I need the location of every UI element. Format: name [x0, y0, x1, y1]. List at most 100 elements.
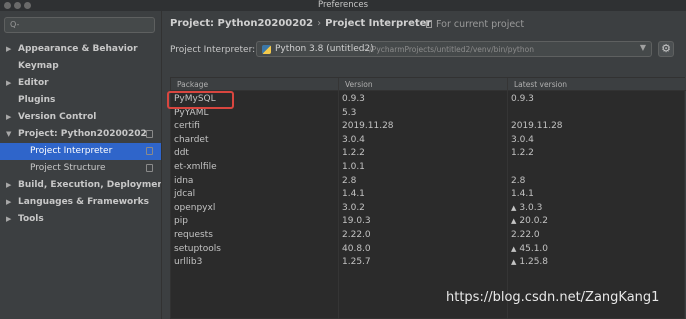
table-row[interactable]: urllib3 1.25.7 ▲ 1.25.8 — [171, 256, 686, 270]
version-cell: 19.0.3 — [342, 216, 371, 227]
sidebar-item-project-interpreter[interactable]: Project Interpreter — [0, 143, 161, 160]
package-name-cell: requests — [174, 230, 213, 240]
table-row[interactable]: pip 19.0.3 ▲ 20.0.2 — [171, 215, 686, 229]
latest-version-cell: ▲ 3.0.3 — [511, 203, 542, 213]
sidebar-item-plugins[interactable]: Plugins — [0, 92, 161, 109]
version-cell: 5.3 — [342, 107, 357, 118]
latest-version-text: 1.2.2 — [511, 148, 534, 159]
sidebar-item-languages-frameworks[interactable]: ▶ Languages & Frameworks — [0, 194, 161, 211]
table-row[interactable]: chardet 3.0.4 3.0.4 — [171, 134, 686, 148]
version-cell: 2019.11.28 — [342, 121, 394, 132]
chevron-down-icon[interactable]: ▼ — [6, 126, 11, 143]
breadcrumb-project: Project: Python20200202 — [170, 18, 314, 29]
latest-version-text: 1.4.1 — [511, 189, 534, 200]
sidebar-item-label: Keymap — [18, 61, 59, 71]
sidebar-item-tools[interactable]: ▶ Tools — [0, 211, 161, 228]
scope-note-text: For current project — [436, 19, 525, 30]
sidebar-item-editor[interactable]: ▶ Editor — [0, 75, 161, 92]
table-row[interactable]: jdcal 1.4.1 1.4.1 — [171, 188, 686, 202]
chevron-right-icon[interactable]: ▶ — [6, 211, 11, 228]
package-name-cell: jdcal — [174, 189, 196, 200]
column-header-latest-version[interactable]: Latest version — [514, 80, 567, 89]
chevron-right-icon[interactable]: ▶ — [6, 177, 11, 194]
version-cell: 1.2.2 — [342, 148, 365, 159]
table-header: Package Version Latest version — [171, 78, 686, 91]
version-cell: 1.0.1 — [342, 162, 365, 172]
sidebar-item-label: Build, Execution, Deployment — [18, 180, 169, 190]
version-cell: 0.9.3 — [342, 94, 365, 104]
interpreter-path: ~/PycharmProjects/untitled2/venv/bin/pyt… — [363, 44, 534, 54]
settings-main-panel: Project: Python20200202 › Project Interpre… — [162, 11, 686, 319]
pymysql-highlight-box — [167, 91, 234, 109]
minimize-window-button[interactable] — [14, 2, 21, 9]
latest-version-cell: 3.0.4 — [511, 135, 534, 145]
latest-version-text: 2019.11.28 — [511, 121, 563, 132]
latest-version-cell: 0.9.3 — [511, 94, 534, 104]
table-row[interactable]: PyMySQL 0.9.3 0.9.3 — [171, 93, 686, 107]
package-name-cell: idna — [174, 175, 194, 186]
sidebar-item-label: Project Structure — [30, 163, 106, 173]
table-row[interactable]: setuptools 40.8.0 ▲ 45.1.0 — [171, 243, 686, 257]
sidebar-item-label: Tools — [18, 214, 44, 224]
document-icon — [426, 20, 432, 28]
interpreter-label: Project Interpreter: — [170, 45, 256, 55]
package-name-cell: certifi — [174, 121, 200, 132]
sidebar-item-label: Project: Python20200202 — [18, 129, 147, 139]
sidebar-item-label: Languages & Frameworks — [18, 197, 150, 207]
sidebar-item-appearance-behavior[interactable]: ▶ Appearance & Behavior — [0, 41, 161, 58]
column-header-version[interactable]: Version — [345, 80, 373, 89]
package-name-cell: openpyxl — [174, 202, 216, 213]
table-row[interactable]: certifi 2019.11.28 2019.11.28 — [171, 120, 686, 134]
package-name-cell: chardet — [174, 134, 209, 145]
latest-version-text: 45.1.0 — [519, 243, 549, 254]
interpreter-select[interactable]: Python 3.8 (untitled2) ~/PycharmProjects… — [256, 41, 652, 57]
version-cell: 2.22.0 — [342, 230, 371, 240]
window-title: Preferences — [318, 0, 368, 10]
version-cell: 3.0.2 — [342, 202, 365, 213]
latest-version-text: 20.0.2 — [519, 216, 549, 227]
latest-version-text: 3.0.4 — [511, 134, 534, 145]
interpreter-settings-button[interactable]: ⚙ — [658, 41, 674, 57]
zoom-window-button[interactable] — [24, 2, 31, 9]
sidebar-item-label: Appearance & Behavior — [18, 44, 138, 54]
table-row[interactable]: ddt 1.2.2 1.2.2 — [171, 147, 686, 161]
settings-search-input[interactable]: Q- — [4, 17, 155, 33]
sidebar-item-version-control[interactable]: ▶ Version Control — [0, 109, 161, 126]
chevron-right-icon[interactable]: ▶ — [6, 75, 11, 92]
chevron-right-icon[interactable]: ▶ — [6, 41, 11, 58]
interpreter-name: Python 3.8 (untitled2) — [275, 44, 374, 54]
sidebar-item-project-python20200202[interactable]: ▼ Project: Python20200202 — [0, 126, 161, 143]
settings-sidebar: Q- ▶ Appearance & Behavior Keymap ▶ Editor Pl… — [0, 11, 168, 319]
latest-version-cell: 1.2.2 — [511, 148, 534, 158]
column-header-package[interactable]: Package — [177, 80, 208, 89]
latest-version-text: 1.25.8 — [519, 257, 549, 268]
package-name-cell: pip — [174, 216, 188, 227]
table-row[interactable]: PyYAML 5.3 — [171, 107, 686, 121]
sidebar-item-label: Plugins — [18, 95, 56, 105]
sidebar-item-build-execution-deployment[interactable]: ▶ Build, Execution, Deployment — [0, 177, 168, 194]
sidebar-item-keymap[interactable]: Keymap — [0, 58, 161, 75]
table-row[interactable]: idna 2.8 2.8 — [171, 175, 686, 189]
chevron-right-icon[interactable]: ▶ — [6, 109, 11, 126]
sidebar-item-project-structure[interactable]: Project Structure — [0, 160, 161, 177]
latest-version-text: 3.0.3 — [519, 202, 543, 213]
packages-table: Package Version Latest version PyMySQL 0.… — [170, 77, 686, 319]
latest-version-cell: 2.8 — [511, 176, 525, 186]
version-cell: 40.8.0 — [342, 243, 371, 254]
version-cell: 2.8 — [342, 175, 357, 186]
package-name-cell: urllib3 — [174, 257, 203, 268]
chevron-down-icon: ▼ — [639, 43, 646, 52]
upgrade-arrow-icon: ▲ — [511, 203, 517, 212]
breadcrumb-separator: › — [317, 18, 322, 29]
chevron-right-icon[interactable]: ▶ — [6, 194, 11, 211]
close-window-button[interactable] — [4, 2, 11, 9]
latest-version-text: 2.8 — [511, 175, 526, 186]
table-row[interactable]: openpyxl 3.0.2 ▲ 3.0.3 — [171, 202, 686, 216]
sidebar-item-label: Project Interpreter — [30, 146, 113, 156]
table-row[interactable]: et-xmlfile 1.0.1 — [171, 161, 686, 175]
project-scope-icon — [146, 164, 153, 172]
table-row[interactable]: requests 2.22.0 2.22.0 — [171, 229, 686, 243]
latest-version-cell: 2019.11.28 — [511, 121, 563, 131]
version-cell: 3.0.4 — [342, 134, 365, 145]
package-name-cell: setuptools — [174, 243, 221, 254]
